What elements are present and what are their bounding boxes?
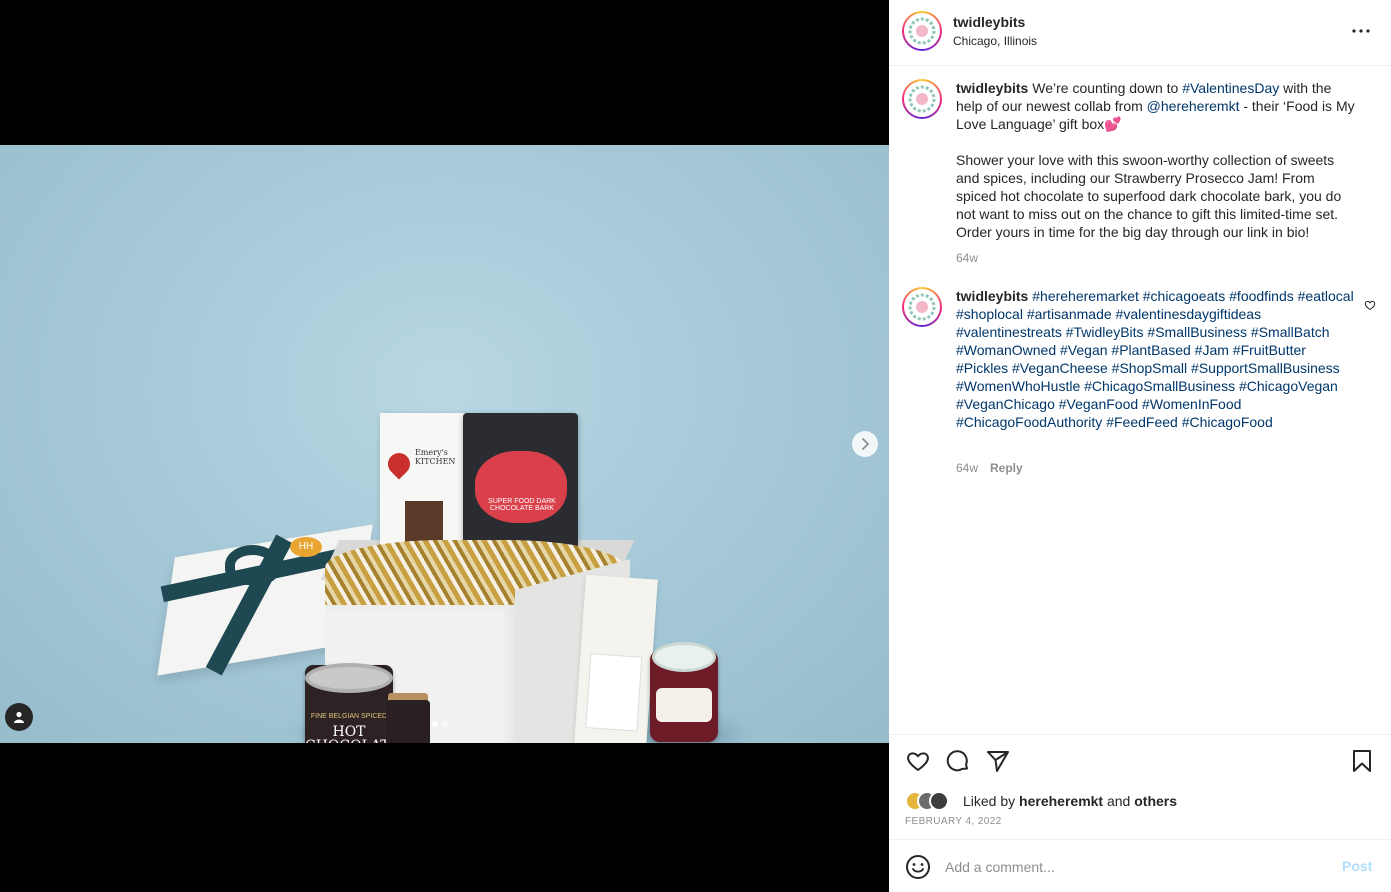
comment-avatar[interactable] [902, 287, 942, 327]
cookie-bag: Emery's KITCHEN [380, 413, 465, 558]
liker-avatar [929, 791, 949, 811]
post-username[interactable]: twidleybits [953, 14, 1025, 30]
carousel-next-button[interactable] [852, 431, 878, 457]
comment-icon[interactable] [945, 748, 971, 774]
carousel-dot-1 [432, 721, 438, 727]
spice-jar [386, 700, 430, 743]
caption-text: twidleybits We’re counting down to #Vale… [956, 80, 1355, 240]
caption-paragraph: Shower your love with this swoon-worthy … [956, 152, 1342, 240]
emoji-icon[interactable] [905, 854, 931, 880]
cookie-bag-label: Emery's KITCHEN [415, 448, 456, 466]
liker-username[interactable]: hereheremkt [1019, 793, 1103, 809]
post-location[interactable]: Chicago, Illinois [953, 34, 1037, 48]
post-side-panel: twidleybits Chicago, Illinois twidleybit… [889, 0, 1391, 892]
brand-badge: HH [290, 537, 322, 557]
comment-age[interactable]: 64w [956, 461, 978, 475]
comment-like-heart-icon[interactable] [1364, 299, 1376, 311]
post-actions: Liked by hereheremkt and others FEBRUARY… [889, 734, 1391, 839]
caption-meta: 64w [956, 251, 978, 265]
liked-by-text: Liked by hereheremkt and others [963, 793, 1178, 809]
hashtag-link[interactable]: #ValentinesDay [1182, 80, 1279, 96]
caption-username[interactable]: twidleybits [956, 80, 1028, 96]
like-heart-icon[interactable] [905, 748, 931, 774]
likes-others-link[interactable]: others [1134, 793, 1177, 809]
post-media: HH Emery's KITCHEN SUPER FOOD DARK CHOCO… [0, 0, 889, 892]
comment-meta: 64w Reply [956, 461, 1023, 475]
reply-button[interactable]: Reply [990, 461, 1023, 475]
bark-label: SUPER FOOD DARK CHOCOLATE BARK [488, 498, 556, 512]
tagged-users-button[interactable] [5, 703, 33, 731]
mention-link[interactable]: @hereheremkt [1147, 98, 1240, 114]
instagram-post-modal: HH Emery's KITCHEN SUPER FOOD DARK CHOCO… [0, 0, 1391, 892]
comment-hashtags[interactable]: #hereheremarket #chicagoeats #foodfinds … [956, 288, 1354, 430]
more-options-icon[interactable] [1349, 22, 1373, 40]
add-comment-bar: Post [889, 839, 1391, 892]
save-bookmark-icon[interactable] [1349, 748, 1375, 774]
post-photo: HH Emery's KITCHEN SUPER FOOD DARK CHOCO… [0, 145, 889, 743]
carousel-dot-2 [442, 721, 448, 727]
post-date[interactable]: FEBRUARY 4, 2022 [905, 816, 1002, 827]
likers-avatars[interactable] [905, 791, 949, 811]
twidleybits-logo-icon [908, 85, 936, 113]
caption-avatar[interactable] [902, 79, 942, 119]
comment-text: twidleybits #hereheremarket #chicagoeats… [956, 287, 1356, 431]
comment-input[interactable] [945, 854, 1325, 880]
twidleybits-logo-icon [908, 17, 936, 45]
ribbon-bow [225, 545, 280, 585]
post-comment-button[interactable]: Post [1342, 858, 1372, 874]
share-paper-plane-icon[interactable] [985, 748, 1011, 774]
user-tag-icon [14, 711, 24, 723]
twidleybits-logo-icon [908, 293, 936, 321]
comments-list[interactable]: twidleybits We’re counting down to #Vale… [889, 67, 1391, 734]
comment-username[interactable]: twidleybits [956, 288, 1028, 304]
chevron-right-icon [862, 438, 869, 450]
post-header: twidleybits Chicago, Illinois [889, 0, 1391, 66]
caption-age[interactable]: 64w [956, 251, 978, 265]
carousel-indicators [432, 721, 448, 727]
profile-avatar[interactable] [902, 11, 942, 51]
marshmallow-pack [574, 574, 658, 743]
